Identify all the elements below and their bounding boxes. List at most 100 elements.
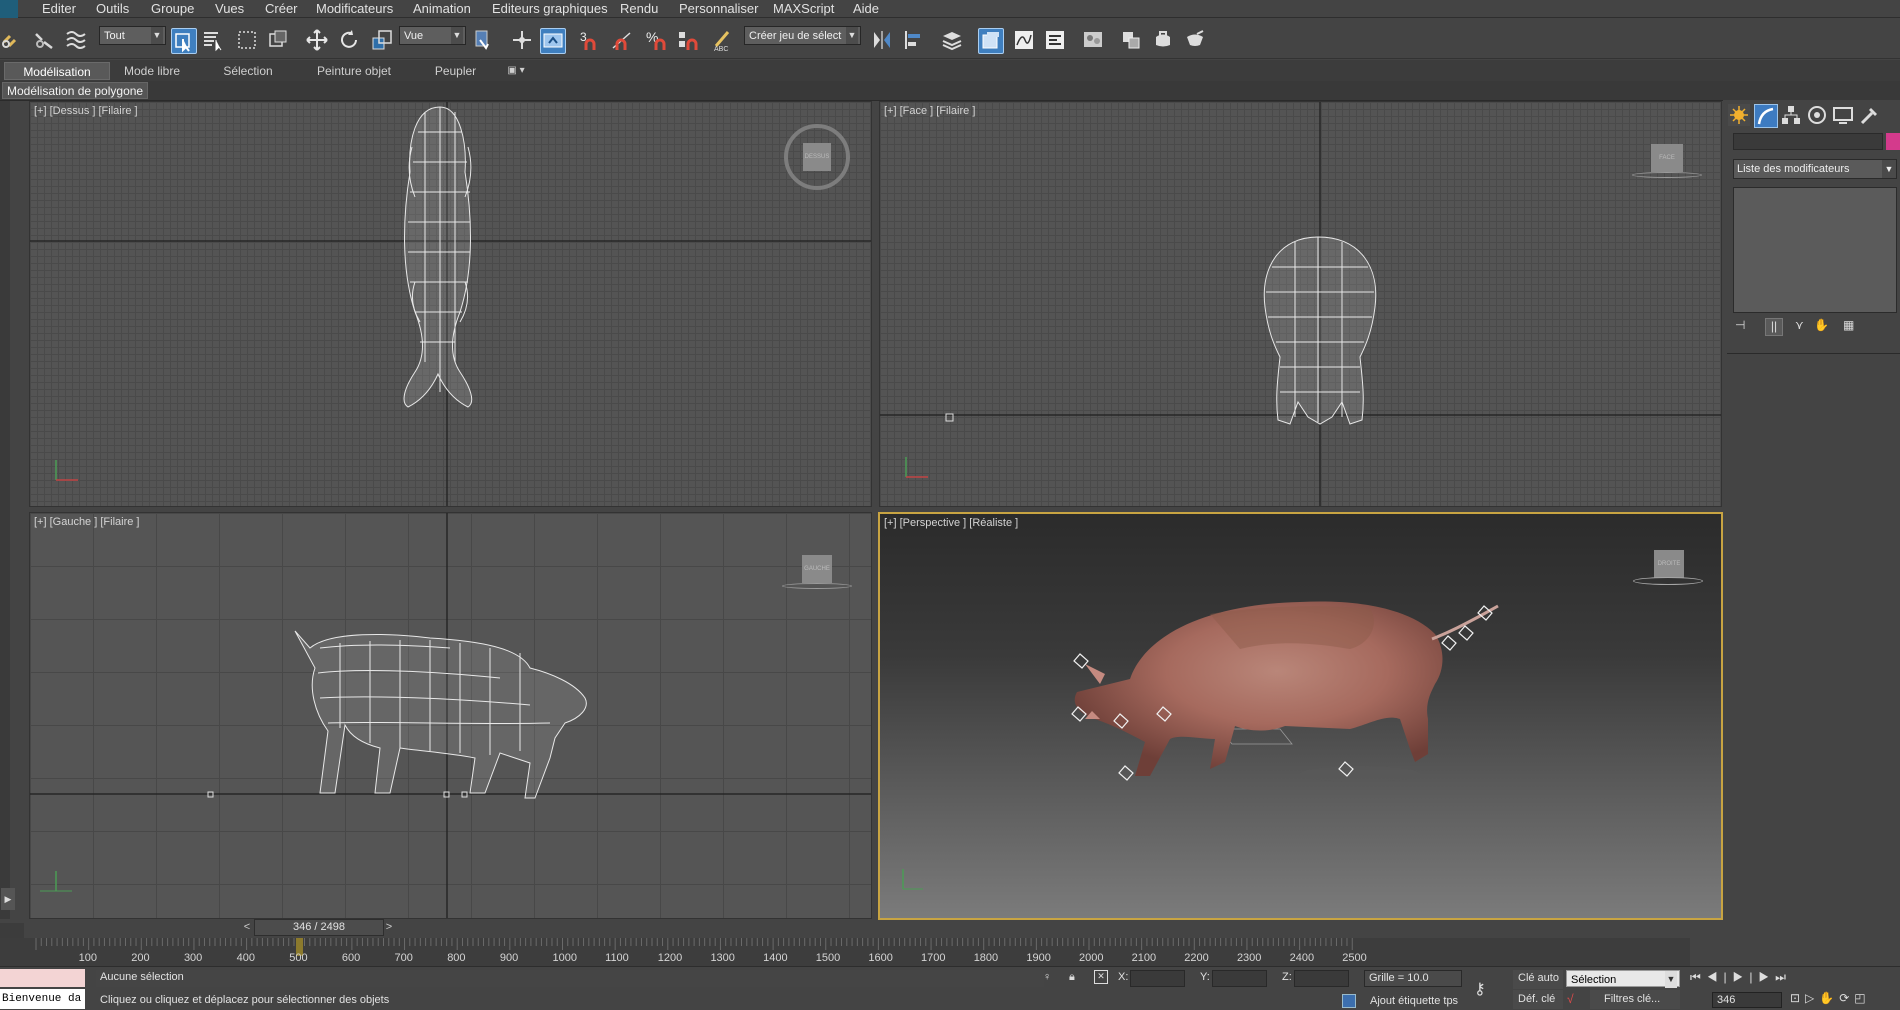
key-filters-button[interactable]: Filtres clé... xyxy=(1590,990,1680,1009)
menu-graph-editors[interactable]: Editeurs graphiques xyxy=(492,1,608,16)
utilities-tab-icon[interactable] xyxy=(1858,104,1880,126)
playback-controls[interactable]: ⏮◀|▶|▶⏭ xyxy=(1690,970,1900,989)
pin-stack-icon[interactable]: ⊣ xyxy=(1735,318,1753,336)
modify-tab-icon[interactable] xyxy=(1754,104,1778,128)
edit-named-selection-icon[interactable]: ABC xyxy=(711,28,735,52)
z-coordinate-field[interactable] xyxy=(1294,970,1349,987)
menu-edit[interactable]: Editer xyxy=(42,1,76,16)
track-bar[interactable]: 100 200 300 400 500 600 700 800 900 1000 1100 1200 1… xyxy=(0,938,1690,966)
motion-tab-icon[interactable] xyxy=(1806,104,1828,126)
menu-group[interactable]: Groupe xyxy=(151,1,194,16)
select-by-name-icon[interactable] xyxy=(201,28,225,52)
viewcube-ring[interactable] xyxy=(1633,577,1703,585)
menu-views[interactable]: Vues xyxy=(215,1,244,16)
menu-help[interactable]: Aide xyxy=(853,1,879,16)
tab-object-paint[interactable]: Peinture objet xyxy=(308,62,400,80)
spinner-snap-icon[interactable] xyxy=(676,28,700,52)
menu-customize[interactable]: Personnaliser xyxy=(679,1,759,16)
hierarchy-tab-icon[interactable] xyxy=(1780,104,1802,126)
key-icon[interactable]: ⚷ xyxy=(1474,979,1500,998)
lock-selection-icon[interactable]: 🔒︎ xyxy=(1069,971,1081,985)
menu-rendering[interactable]: Rendu xyxy=(620,1,658,16)
unlink-icon[interactable] xyxy=(32,28,56,52)
window-crossing-icon[interactable] xyxy=(266,28,290,52)
viewcube-ring[interactable] xyxy=(782,583,852,589)
move-icon[interactable] xyxy=(305,28,329,52)
tab-populate[interactable]: Peupler xyxy=(418,62,493,80)
maxscript-mini-listener-pink[interactable] xyxy=(0,969,85,987)
x-coordinate-field[interactable] xyxy=(1130,970,1185,987)
bind-space-warp-icon[interactable] xyxy=(64,28,88,52)
angle-snap-icon[interactable] xyxy=(610,28,634,52)
menu-create[interactable]: Créer xyxy=(265,1,298,16)
viewcube[interactable]: GAUCHE xyxy=(802,555,832,583)
time-tag-icon[interactable] xyxy=(1342,994,1356,1008)
y-coordinate-field[interactable] xyxy=(1212,970,1267,987)
tab-modeling[interactable]: Modélisation xyxy=(4,62,110,80)
object-color-swatch[interactable] xyxy=(1886,133,1900,150)
menu-animation[interactable]: Animation xyxy=(413,1,471,16)
tab-selection[interactable]: Sélection xyxy=(208,62,288,80)
make-unique-icon[interactable]: ⋎ xyxy=(1795,318,1813,336)
select-object-icon[interactable] xyxy=(171,28,197,54)
key-mode-dropdown[interactable]: Sélection ▼ xyxy=(1566,970,1680,988)
tab-freeform[interactable]: Mode libre xyxy=(112,62,192,80)
link-icon[interactable] xyxy=(0,28,24,52)
rendered-frame-window-icon[interactable] xyxy=(1151,28,1175,52)
align-icon[interactable] xyxy=(902,28,926,52)
viewport-front[interactable]: [+] [Face ] [Filaire ] FACE xyxy=(879,101,1722,507)
ribbon-options-icon[interactable]: ▣ ▾ xyxy=(500,62,532,80)
menu-maxscript[interactable]: MAXScript xyxy=(773,1,834,16)
time-slider-prev-icon[interactable]: < xyxy=(240,921,254,936)
current-frame-field[interactable]: 346 xyxy=(1712,992,1782,1008)
maxscript-mini-listener[interactable]: Bienvenue da xyxy=(0,989,85,1009)
rectangular-selection-icon[interactable] xyxy=(235,28,259,52)
app-logo-icon[interactable] xyxy=(0,0,18,18)
auto-key-button[interactable]: Clé auto xyxy=(1513,970,1563,989)
absolute-mode-icon[interactable]: ✕ xyxy=(1094,970,1108,984)
schematic-view-icon[interactable] xyxy=(1043,28,1067,52)
layer-explorer-icon[interactable] xyxy=(940,28,964,52)
modifier-stack-list[interactable] xyxy=(1733,187,1897,313)
scale-icon[interactable] xyxy=(370,28,394,52)
viewport-perspective[interactable]: [+] [Perspective ] [Réaliste ] DROITE xyxy=(878,512,1723,920)
modifier-list-dropdown[interactable]: Liste des modificateurs ▼ xyxy=(1733,159,1897,179)
viewport-left[interactable]: [+] [Gauche ] [Filaire ] GAUCHE xyxy=(29,512,872,919)
viewcube[interactable]: DROITE xyxy=(1654,550,1684,578)
snaps-3d-icon[interactable]: 3 xyxy=(578,28,602,52)
remove-modifier-icon[interactable]: ✋ xyxy=(1814,318,1832,336)
menu-tools[interactable]: Outils xyxy=(96,1,129,16)
pivot-center-icon[interactable] xyxy=(471,28,495,52)
viewcube[interactable]: FACE xyxy=(1651,144,1683,172)
viewcube-ring[interactable] xyxy=(1632,172,1702,178)
curve-editor-icon[interactable] xyxy=(1012,28,1036,52)
expand-arrow-icon[interactable]: ▶ xyxy=(1,888,15,910)
show-end-result-icon[interactable]: || xyxy=(1765,318,1783,336)
select-manipulate-icon[interactable] xyxy=(510,28,534,52)
mirror-icon[interactable] xyxy=(870,28,894,52)
scene-explorer-icon[interactable] xyxy=(978,28,1004,54)
reference-coordinate-dropdown[interactable]: Vue ▼ xyxy=(399,26,466,45)
percent-snap-icon[interactable]: % xyxy=(645,28,669,52)
polygon-modeling-panel[interactable]: Modélisation de polygone xyxy=(2,82,149,99)
time-slider[interactable]: 346 / 2498 xyxy=(254,919,384,936)
create-tab-icon[interactable] xyxy=(1728,104,1750,126)
display-tab-icon[interactable] xyxy=(1832,104,1854,126)
named-selection-set-dropdown[interactable]: Créer jeu de sélect ▼ xyxy=(744,26,861,45)
viewcube[interactable]: DESSUS xyxy=(803,143,831,171)
isolate-selection-icon[interactable]: ♀ xyxy=(1043,971,1055,985)
set-key-button[interactable]: Déf. clé xyxy=(1513,990,1563,1009)
time-slider-next-icon[interactable]: > xyxy=(382,921,396,936)
viewport-navigation-controls[interactable]: ⊡▷✋⟳◰ xyxy=(1790,991,1900,1009)
viewport-top[interactable]: [+] [Dessus ] [Filaire ] DESSUS xyxy=(29,101,872,507)
configure-modifier-sets-icon[interactable]: ▦ xyxy=(1843,318,1861,336)
object-name-field[interactable] xyxy=(1733,133,1883,150)
menu-modifiers[interactable]: Modificateurs xyxy=(316,1,393,16)
material-editor-icon[interactable] xyxy=(1081,28,1105,52)
render-setup-icon[interactable] xyxy=(1119,28,1143,52)
rotate-icon[interactable] xyxy=(337,28,361,52)
render-production-icon[interactable] xyxy=(1183,28,1207,52)
keyboard-shortcut-override-icon[interactable] xyxy=(540,28,566,54)
add-time-tag-label[interactable]: Ajout étiquette tps xyxy=(1370,995,1458,1007)
selection-filter-dropdown[interactable]: Tout ▼ xyxy=(99,26,166,45)
